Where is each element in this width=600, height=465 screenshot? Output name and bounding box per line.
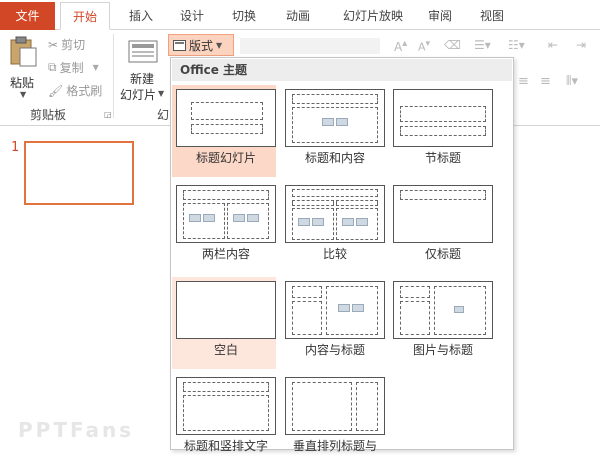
cut-label: 剪切: [61, 38, 86, 52]
layout-thumbnail: [285, 281, 385, 339]
tab-animations[interactable]: 动画: [278, 2, 318, 30]
layout-thumbnail: [285, 89, 385, 147]
layout-vertical-title-text[interactable]: 垂直排列标题与: [281, 373, 385, 465]
layout-label: 标题和内容: [304, 151, 365, 165]
layout-thumbnail: [393, 89, 493, 147]
layout-picture-caption[interactable]: 图片与标题: [389, 277, 493, 369]
slide-thumbnail[interactable]: [24, 141, 134, 205]
dialog-launcher-icon[interactable]: ◲: [104, 110, 112, 119]
chevron-down-icon: ▼: [158, 89, 165, 98]
align-right-icon[interactable]: ≡: [518, 74, 529, 89]
layout-icon: [173, 39, 186, 51]
new-slide-label-line2: 幻灯片: [120, 88, 157, 102]
justify-icon[interactable]: ≡: [540, 74, 551, 89]
group-separator: [113, 34, 114, 118]
tab-insert[interactable]: 插入: [121, 2, 161, 30]
layout-thumbnail: [393, 185, 493, 243]
shrink-font-icon: A▾: [418, 38, 431, 54]
indent-increase-icon[interactable]: ⇥: [576, 38, 586, 52]
columns-icon[interactable]: ⫴▾: [566, 74, 578, 89]
ribbon-tab-bar: 文件 开始 插入 设计 切换 动画 幻灯片放映 审阅 视图: [0, 0, 600, 30]
slides-group-label: 幻: [157, 108, 170, 122]
new-slide-label-line1: 新建: [130, 72, 155, 86]
layout-title-vertical-text[interactable]: 标题和竖排文字: [172, 373, 276, 465]
layout-label: 内容与标题: [304, 343, 365, 357]
tab-review[interactable]: 审阅: [420, 2, 460, 30]
layout-button[interactable]: 版式 ▼: [168, 34, 234, 56]
scissors-icon: ✂: [48, 37, 59, 52]
slide-thumbnails-pane: 1: [0, 126, 170, 450]
layout-label: 空白: [213, 343, 238, 357]
copy-button[interactable]: ⧉ 复制 ▼: [48, 59, 99, 76]
format-painter-label: 格式刷: [66, 84, 103, 98]
chevron-down-icon: ▼: [216, 40, 223, 50]
bullets-icon[interactable]: ☰▾: [474, 38, 491, 52]
layout-label: 标题和竖排文字: [183, 439, 268, 453]
brush-icon: 🖌: [48, 83, 64, 98]
layout-label: 标题幻灯片: [195, 151, 256, 165]
tab-slide-show[interactable]: 幻灯片放映: [334, 2, 412, 30]
paste-label: 粘贴: [10, 76, 35, 90]
tab-file[interactable]: 文件: [0, 2, 55, 30]
layout-two-content[interactable]: 两栏内容: [172, 181, 276, 273]
new-slide-icon: [128, 40, 158, 63]
layout-thumbnail: [176, 89, 276, 147]
tab-transitions[interactable]: 切换: [224, 2, 264, 30]
layout-thumbnail: [176, 185, 276, 243]
layout-thumbnail: [176, 281, 276, 339]
font-size-controls[interactable]: A▴ A▾: [384, 38, 444, 54]
layout-label: 垂直排列标题与: [292, 439, 377, 453]
chevron-down-icon: ▼: [20, 90, 27, 99]
gallery-header: Office 主题: [172, 59, 512, 81]
indent-icon[interactable]: ⇤: [548, 38, 558, 52]
layout-label: 节标题: [424, 151, 461, 165]
editing-area: [514, 126, 600, 450]
format-painter-button[interactable]: 🖌 格式刷: [48, 82, 102, 99]
copy-icon: ⧉: [48, 60, 57, 74]
layout-gallery-dropdown: Office 主题 标题幻灯片 标题和内容 节标题 两栏内容 比较 仅标题 空白…: [170, 57, 514, 453]
numbering-icon[interactable]: ☷▾: [508, 38, 525, 52]
layout-button-label: 版式: [189, 38, 214, 53]
layout-label: 仅标题: [424, 247, 461, 261]
layout-blank[interactable]: 空白: [172, 277, 276, 369]
grow-font-icon: A▴: [394, 38, 408, 54]
clipboard-group-label: 剪贴板: [30, 108, 67, 122]
tab-home[interactable]: 开始: [60, 2, 110, 30]
layout-label: 图片与标题: [412, 343, 473, 357]
layout-label: 两栏内容: [201, 247, 250, 261]
clipboard-icon: [10, 36, 37, 67]
watermark-logo: PPTFans: [18, 418, 135, 442]
layout-title-only[interactable]: 仅标题: [389, 181, 493, 273]
copy-label: 复制: [59, 61, 84, 75]
layout-thumbnail: [285, 185, 385, 243]
chevron-down-icon: ▼: [92, 63, 99, 72]
new-slide-button[interactable]: 新建 幻灯片 ▼: [120, 36, 165, 106]
layout-content-caption[interactable]: 内容与标题: [281, 277, 385, 369]
layout-title-content[interactable]: 标题和内容: [281, 85, 385, 177]
tab-design[interactable]: 设计: [172, 2, 212, 30]
clear-format-icon[interactable]: ⌫: [444, 38, 461, 52]
cut-button[interactable]: ✂ 剪切: [48, 36, 85, 53]
layout-thumbnail: [393, 281, 493, 339]
slide-number: 1: [11, 140, 20, 155]
layout-thumbnail: [176, 377, 276, 435]
paste-button[interactable]: 粘贴 ▼: [6, 36, 40, 100]
font-name-box[interactable]: [240, 38, 380, 54]
layout-thumbnail: [285, 377, 385, 435]
layout-section-header[interactable]: 节标题: [389, 85, 493, 177]
layout-label: 比较: [322, 247, 347, 261]
tab-view[interactable]: 视图: [472, 2, 512, 30]
layout-title-slide[interactable]: 标题幻灯片: [172, 85, 276, 177]
layout-comparison[interactable]: 比较: [281, 181, 385, 273]
